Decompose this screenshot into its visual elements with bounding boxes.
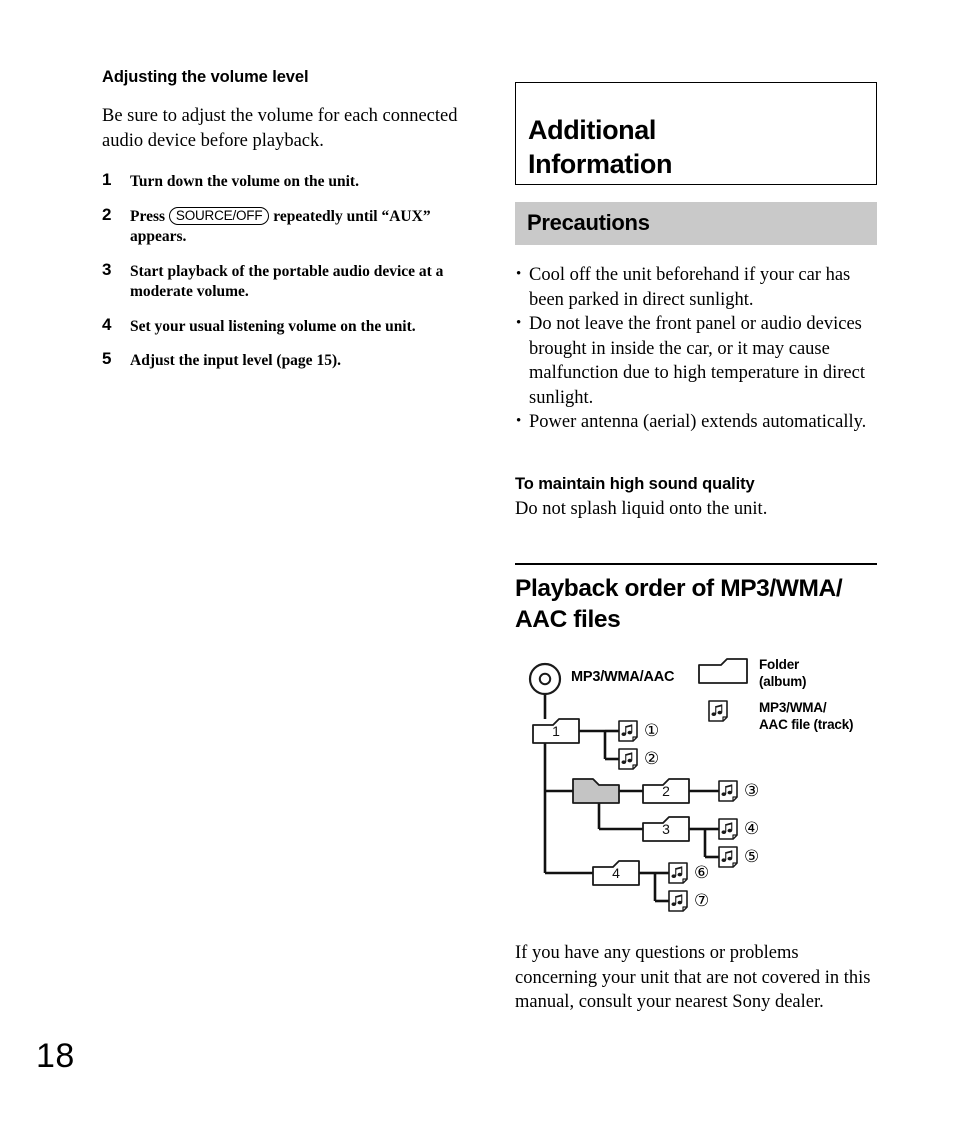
svg-text:2: 2 [662,783,670,799]
track-number-4: ④ [744,819,760,838]
legend-label-folder: Folder (album) [759,657,807,689]
disc-icon [528,662,562,696]
step-number: 1 [102,170,112,189]
folder-icon-legend [698,658,748,684]
track-number-6: ⑥ [694,863,710,882]
precautions-section-band: Precautions [515,202,877,245]
step-number: 3 [102,259,112,279]
music-file-icon-2 [618,748,638,770]
step-item-5: 5 Adjust the input level (page 15). [102,349,472,372]
left-column: Adjusting the volume level Be sure to ad… [102,68,472,386]
page-title: Adjusting the volume level [102,68,309,86]
track-number-5: ⑤ [744,847,760,866]
procedure-steps: 1 Turn down the volume on the unit. 2 Pr… [102,170,472,372]
music-file-icon-1 [618,720,638,742]
closing-paragraph: If you have any questions or problems co… [515,943,871,1012]
music-file-icon-legend [708,700,728,722]
sound-quality-heading: To maintain high sound quality [515,474,755,493]
step-number: 5 [102,349,112,368]
right-column: Additional Information Precautions Cool … [515,82,877,1015]
playback-order-title: Playback order of MP3/WMA/ AAC files [515,575,843,633]
section-divider [515,563,877,565]
step-number: 2 [102,204,112,224]
step-text: Start playback of the portable audio dev… [130,262,444,301]
list-item: Do not leave the front panel or audio de… [515,311,877,410]
music-file-icon-6 [668,862,688,884]
track-number-2: ② [644,749,660,768]
track-number-7: ⑦ [694,891,710,910]
source-off-button[interactable]: SOURCE/OFF [168,206,270,225]
step-item-2: 2 Press SOURCE/OFF repeatedly until “AUX… [102,204,472,248]
list-item: Cool off the unit beforehand if your car… [515,262,877,312]
step-item-1: 1 Turn down the volume on the unit. [102,170,472,193]
manual-page: Adjusting the volume level Be sure to ad… [0,0,954,1127]
step-text: Adjust the input level (page 15). [130,352,341,369]
sound-quality-text: Do not splash liquid onto the unit. [515,498,768,519]
legend-label-file: MP3/WMA/ AAC file (track) [759,700,854,732]
track-number-3: ③ [744,781,760,800]
music-file-icon-5 [718,846,738,868]
chapter-title: Additional Information [528,115,673,179]
page-number: 18 [36,1037,75,1075]
precautions-list: Cool off the unit beforehand if your car… [515,262,877,435]
track-number-1: ① [644,721,660,740]
list-item: Power antenna (aerial) extends automatic… [515,409,877,435]
playback-order-diagram: 1 2 3 4 ① ② ③ ④ ⑤ ⑥ ⑦ MP3/WMA/AAC Folder… [515,651,877,923]
music-file-icon-4 [718,818,738,840]
intro-paragraph: Be sure to adjust the volume for each co… [102,106,458,151]
music-file-icon-7 [668,890,688,912]
disc-label: MP3/WMA/AAC [571,669,675,685]
precautions-title: Precautions [527,210,650,235]
music-file-icon-3 [718,780,738,802]
step-item-3: 3 Start playback of the portable audio d… [102,259,472,303]
step-text: Press [130,207,169,225]
step-number: 4 [102,314,112,334]
step-item-4: 4 Set your usual listening volume on the… [102,314,472,338]
svg-text:1: 1 [552,723,560,739]
chapter-heading-box: Additional Information [515,82,877,185]
step-text: Turn down the volume on the unit. [130,173,359,190]
svg-text:3: 3 [662,821,670,837]
folder-icon-shaded [572,778,620,804]
svg-text:4: 4 [612,865,620,881]
step-text: Set your usual listening volume on the u… [130,317,416,335]
